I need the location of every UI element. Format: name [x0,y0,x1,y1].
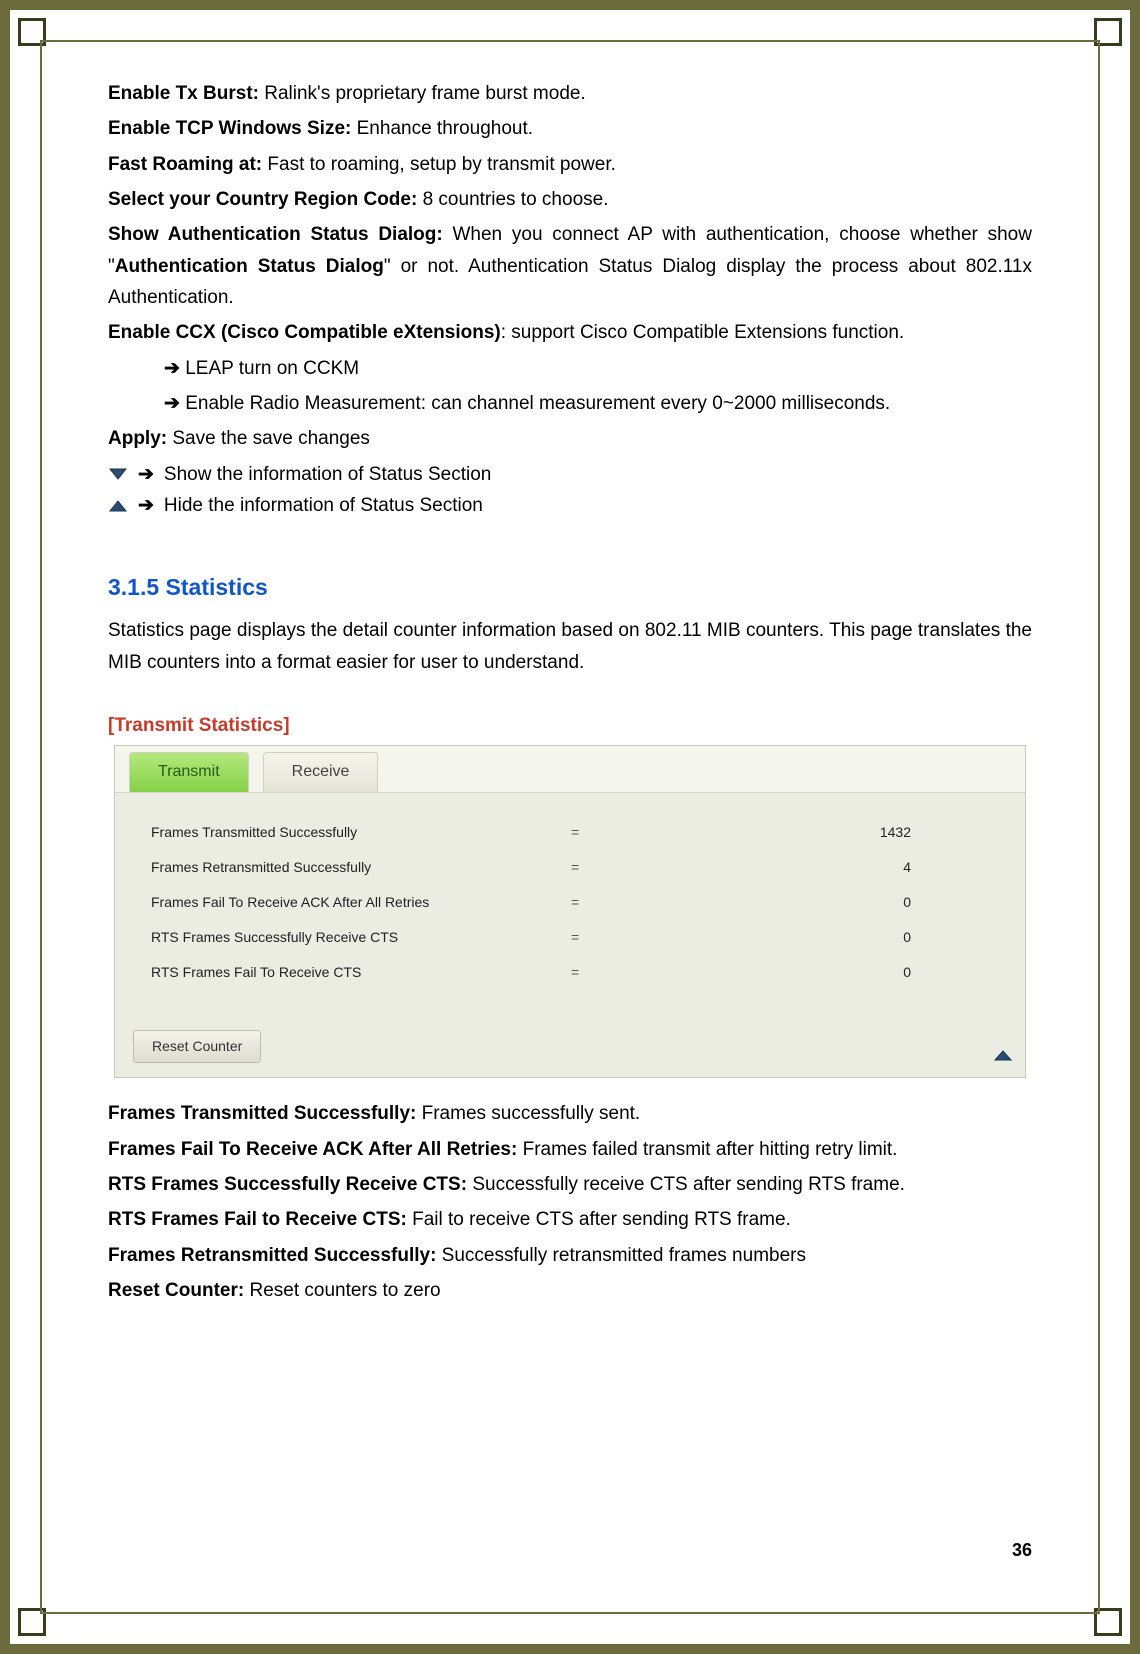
reset-counter-button[interactable]: Reset Counter [133,1030,261,1063]
section-intro: Statistics page displays the detail coun… [108,615,1032,678]
stat-eq: = [571,926,631,949]
def-ccx: Enable CCX (Cisco Compatible eXtensions)… [108,317,1032,348]
def-auth: Show Authentication Status Dialog: When … [108,219,1032,313]
stat-label: RTS Frames Fail To Receive CTS [151,961,571,984]
triangle-up-icon[interactable] [993,1040,1013,1071]
stat-label: Frames Fail To Receive ACK After All Ret… [151,891,571,914]
def-rtscts-text: Successfully receive CTS after sending R… [467,1174,905,1195]
def-tcpwin: Enable TCP Windows Size: Enhance through… [108,113,1032,144]
def-txburst-text: Ralink's proprietary frame burst mode. [259,83,586,104]
stat-row: Frames Transmitted Successfully = 1432 [151,815,989,850]
statistics-panel: Transmit Receive Frames Transmitted Succ… [114,745,1026,1078]
def-fts-text: Frames successfully sent. [416,1103,640,1124]
page-content: Enable Tx Burst: Ralink's proprietary fr… [108,78,1032,1576]
def-tcpwin-label: Enable TCP Windows Size: [108,118,351,139]
def-ccx-label: Enable CCX (Cisco Compatible eXtensions) [108,322,501,343]
subhead-transmit-stats: [Transmit Statistics] [108,710,1032,741]
def-rtsfail-label: RTS Frames Fail to Receive CTS: [108,1209,407,1230]
stat-label: RTS Frames Successfully Receive CTS [151,926,571,949]
arrow-icon: ➔ [164,393,180,414]
def-rtscts-label: RTS Frames Successfully Receive CTS: [108,1174,467,1195]
arrow-icon: ➔ [138,459,154,490]
stat-val: 4 [631,856,951,879]
def-fretrans: Frames Retransmitted Successfully: Succe… [108,1240,1032,1271]
def-ffrack-text: Frames failed transmit after hitting ret… [517,1139,897,1160]
bullet-leap: ➔ LEAP turn on CCKM [164,353,1032,384]
def-country: Select your Country Region Code: 8 count… [108,184,1032,215]
def-country-label: Select your Country Region Code: [108,189,417,210]
def-auth-bold: Authentication Status Dialog [115,256,384,277]
def-reset-text: Reset counters to zero [244,1280,440,1301]
def-fretrans-label: Frames Retransmitted Successfully: [108,1245,436,1266]
def-apply-label: Apply: [108,428,167,449]
def-tcpwin-text: Enhance throughout. [351,118,533,139]
def-rtsfail-text: Fail to receive CTS after sending RTS fr… [407,1209,791,1230]
def-ffrack: Frames Fail To Receive ACK After All Ret… [108,1134,1032,1165]
stat-label: Frames Retransmitted Successfully [151,856,571,879]
tabs-row: Transmit Receive [115,746,1025,792]
def-fastroam: Fast Roaming at: Fast to roaming, setup … [108,149,1032,180]
page-number: 36 [1012,1536,1032,1566]
def-auth-label: Show Authentication Status Dialog: [108,224,443,245]
def-fastroam-label: Fast Roaming at: [108,154,262,175]
stat-row: RTS Frames Fail To Receive CTS = 0 [151,955,989,990]
triangle-down-icon [108,467,128,481]
bullet-radio: ➔ Enable Radio Measurement: can channel … [164,388,1032,419]
stat-row: Frames Retransmitted Successfully = 4 [151,850,989,885]
bullet-leap-text: LEAP turn on CCKM [185,358,359,379]
def-txburst-label: Enable Tx Burst: [108,83,259,104]
stat-val: 0 [631,891,951,914]
stat-val: 0 [631,961,951,984]
def-txburst: Enable Tx Burst: Ralink's proprietary fr… [108,78,1032,109]
stat-eq: = [571,961,631,984]
hide-status-text: Hide the information of Status Section [164,490,483,521]
def-reset-label: Reset Counter: [108,1280,244,1301]
stat-val: 1432 [631,821,951,844]
arrow-icon: ➔ [138,490,154,521]
arrow-icon: ➔ [164,358,180,379]
stat-eq: = [571,891,631,914]
stat-label: Frames Transmitted Successfully [151,821,571,844]
stats-body: Frames Transmitted Successfully = 1432 F… [115,793,1025,1000]
def-reset: Reset Counter: Reset counters to zero [108,1275,1032,1306]
section-heading: 3.1.5 Statistics [108,569,1032,607]
stat-eq: = [571,821,631,844]
triangle-up-icon [108,499,128,513]
hide-status-line: ➔ Hide the information of Status Section [108,490,1032,521]
bullet-radio-text: Enable Radio Measurement: can channel me… [185,393,890,414]
def-ccx-text: : support Cisco Compatible Extensions fu… [501,322,904,343]
stat-row: Frames Fail To Receive ACK After All Ret… [151,885,989,920]
show-status-line: ➔ Show the information of Status Section [108,459,1032,490]
def-fts-label: Frames Transmitted Successfully: [108,1103,416,1124]
def-ffrack-label: Frames Fail To Receive ACK After All Ret… [108,1139,517,1160]
def-apply-text: Save the save changes [167,428,370,449]
tab-transmit[interactable]: Transmit [129,752,249,791]
def-fretrans-text: Successfully retransmitted frames number… [436,1245,806,1266]
def-rtscts: RTS Frames Successfully Receive CTS: Suc… [108,1169,1032,1200]
def-apply: Apply: Save the save changes [108,423,1032,454]
def-fastroam-text: Fast to roaming, setup by transmit power… [262,154,616,175]
def-country-text: 8 countries to choose. [417,189,608,210]
show-status-text: Show the information of Status Section [164,459,491,490]
def-rtsfail: RTS Frames Fail to Receive CTS: Fail to … [108,1204,1032,1235]
stat-val: 0 [631,926,951,949]
stat-eq: = [571,856,631,879]
stat-row: RTS Frames Successfully Receive CTS = 0 [151,920,989,955]
tab-receive[interactable]: Receive [263,752,379,791]
def-fts: Frames Transmitted Successfully: Frames … [108,1098,1032,1129]
